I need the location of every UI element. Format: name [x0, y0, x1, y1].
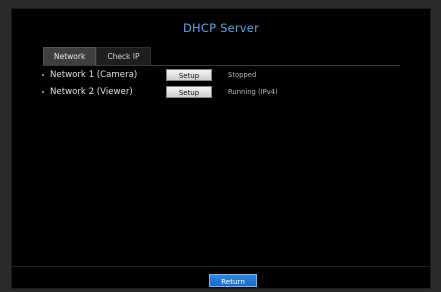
return-button[interactable]: Return — [209, 274, 257, 287]
app-frame: DHCP Server Network Check IP Network 1 (… — [0, 0, 441, 292]
tab-network[interactable]: Network — [43, 47, 97, 65]
network-row-camera: Network 1 (Camera) Setup Stopped — [42, 68, 256, 82]
dhcp-server-dialog: DHCP Server Network Check IP Network 1 (… — [11, 8, 431, 289]
tab-bar: Network Check IP — [43, 47, 151, 65]
footer-divider — [12, 266, 430, 267]
dialog-title: DHCP Server — [182, 21, 260, 35]
network-label: Network 1 (Camera) — [50, 70, 138, 80]
network-row-viewer: Network 2 (Viewer) Setup Running (IPv4) — [42, 85, 278, 99]
tab-check-ip[interactable]: Check IP — [96, 47, 151, 65]
bullet-icon — [42, 91, 44, 93]
network-1-status: Stopped — [228, 71, 257, 79]
network-2-setup-button[interactable]: Setup — [166, 86, 212, 98]
network-1-setup-button[interactable]: Setup — [166, 69, 212, 81]
tab-divider — [43, 65, 400, 66]
network-label: Network 2 (Viewer) — [50, 87, 133, 97]
network-2-status: Running (IPv4) — [228, 88, 278, 96]
bullet-icon — [42, 74, 44, 76]
